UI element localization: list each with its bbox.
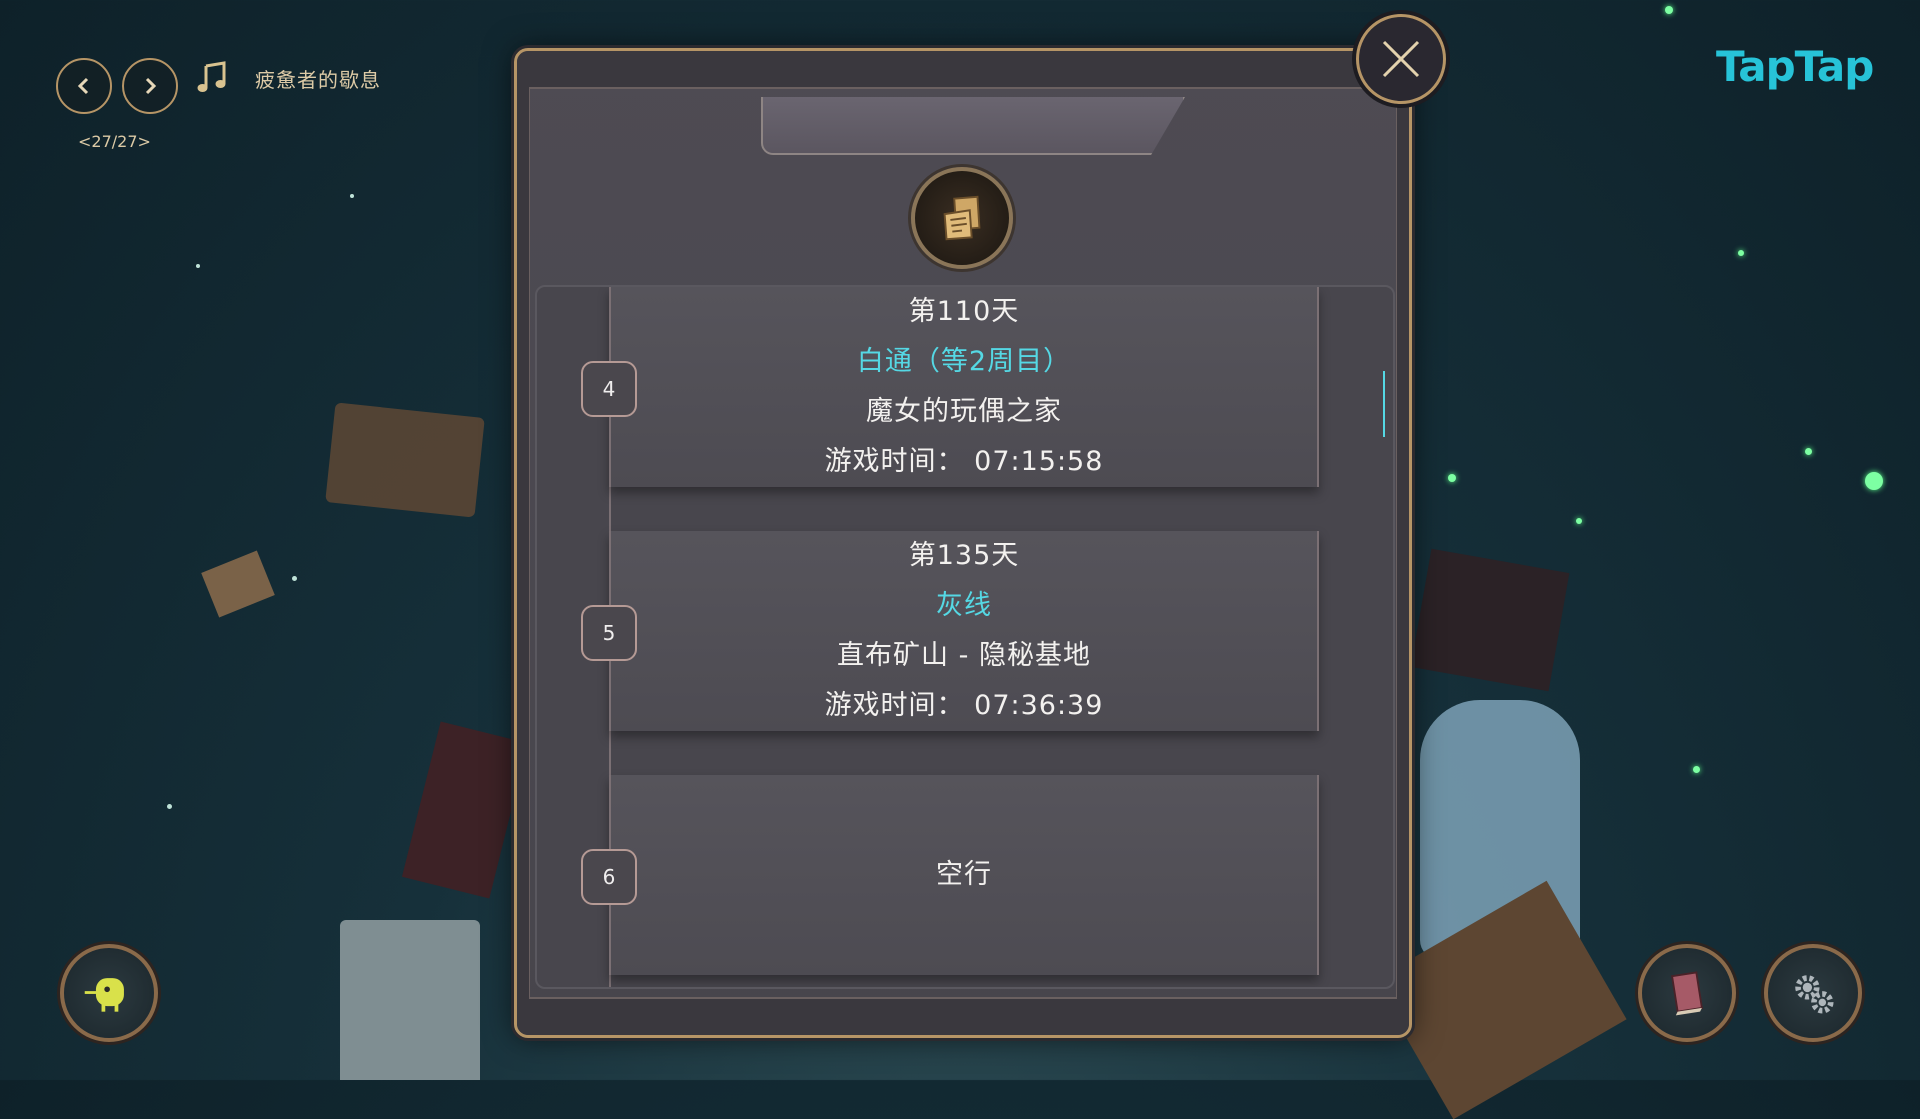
scroll-letters-icon	[911, 167, 1013, 269]
panel-left-rail	[517, 87, 530, 999]
slot-playtime: 游戏时间： 07:15:58	[824, 446, 1104, 477]
close-icon	[1382, 40, 1420, 78]
glow-orb	[1665, 6, 1673, 14]
taptap-logo: TapTap	[1716, 42, 1874, 91]
star	[167, 804, 172, 809]
save-slot-list[interactable]: 第110天 白通（等2周目） 魔女的玩偶之家 游戏时间： 07:15:58 4 …	[535, 285, 1395, 989]
next-track-button[interactable]	[122, 58, 178, 114]
book-icon	[1670, 971, 1704, 1016]
slot-empty-label: 空行	[936, 859, 992, 890]
close-button[interactable]	[1356, 14, 1446, 104]
track-index: <27/27>	[78, 132, 151, 151]
panel-bottom-bar	[517, 997, 1409, 1035]
floating-lantern	[1410, 548, 1570, 692]
glow-orb	[1448, 474, 1456, 482]
star	[196, 264, 200, 268]
settings-button[interactable]	[1764, 944, 1862, 1042]
slot-playtime: 游戏时间： 07:36:39	[824, 690, 1104, 721]
glow-orb	[1805, 448, 1812, 455]
slot-location: 直布矿山 - 隐秘基地	[837, 640, 1091, 671]
music-note-icon	[197, 61, 226, 92]
slot-number: 6	[581, 849, 637, 905]
chevron-left-icon	[77, 77, 89, 95]
chevron-right-icon	[145, 77, 157, 95]
prev-track-button[interactable]	[56, 58, 112, 114]
character-menu-button[interactable]	[60, 944, 158, 1042]
slot-route: 灰线	[936, 590, 992, 621]
panel-right-rail	[1396, 87, 1409, 999]
stone-tower	[340, 920, 480, 1080]
slot-day: 第135天	[908, 540, 1020, 571]
track-title: 疲惫者的歇息	[255, 68, 381, 92]
slot-day: 第110天	[908, 296, 1020, 327]
glow-orb	[1865, 472, 1883, 490]
slot-number: 4	[581, 361, 637, 417]
save-slot-5[interactable]: 第135天 灰线 直布矿山 - 隐秘基地 游戏时间： 07:36:39	[609, 531, 1319, 731]
glow-orb	[1738, 250, 1744, 256]
floating-bed	[325, 402, 485, 518]
floating-book	[201, 550, 275, 618]
glow-orb	[1576, 518, 1582, 524]
save-slot-4[interactable]: 第110天 白通（等2周目） 魔女的玩偶之家 游戏时间： 07:15:58	[609, 287, 1319, 487]
slot-location: 魔女的玩偶之家	[866, 396, 1062, 427]
scrollbar-thumb[interactable]	[1383, 371, 1385, 437]
glow-orb	[1693, 766, 1700, 773]
save-list-panel: 第110天 白通（等2周目） 魔女的玩偶之家 游戏时间： 07:15:58 4 …	[514, 48, 1412, 1038]
gear-icon	[1795, 975, 1834, 1014]
floating-box	[401, 721, 529, 899]
star	[292, 576, 297, 581]
title-ribbon	[761, 97, 1185, 155]
slot-route: 白通（等2周目）	[856, 346, 1072, 377]
book-button[interactable]	[1638, 944, 1736, 1042]
save-slot-6[interactable]: 空行	[609, 775, 1319, 975]
panel-top-bar	[517, 51, 1409, 89]
slot-number: 5	[581, 605, 637, 661]
star	[350, 194, 354, 198]
yellow-creature-icon	[84, 978, 124, 1012]
